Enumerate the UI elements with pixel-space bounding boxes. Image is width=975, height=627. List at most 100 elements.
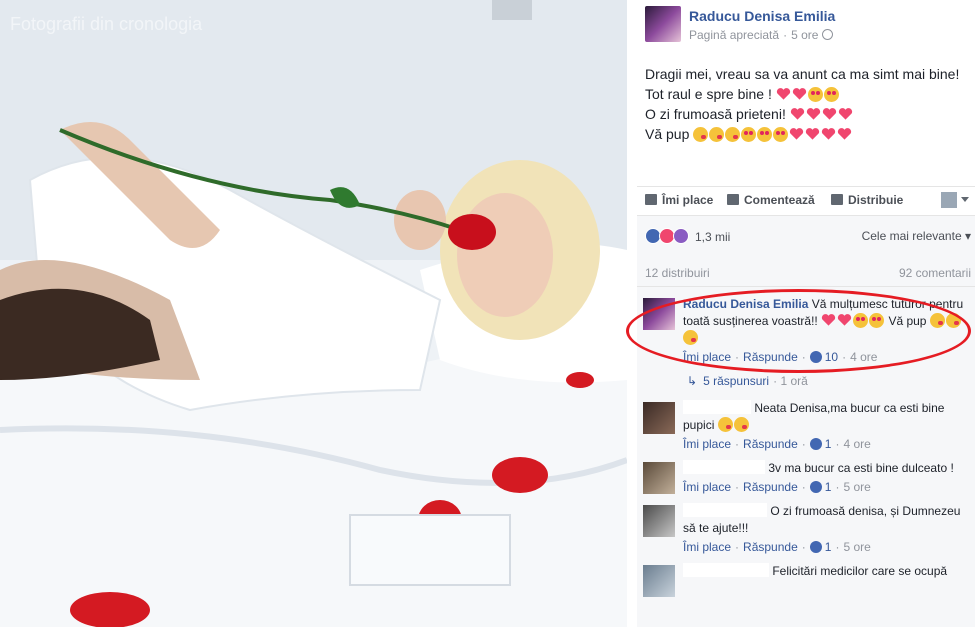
heart-icon <box>822 108 836 120</box>
photo-caption: Fotografii din cronologia <box>10 14 203 34</box>
post-line: O zi frumoasă prieteni! <box>645 104 971 124</box>
comment-like-link[interactable]: Îmi place <box>683 480 731 494</box>
post-actions: Îmi place Comentează Distribuie <box>637 186 975 216</box>
kiss-face-icon <box>945 313 961 328</box>
comment-actions: Îmi place · Răspunde · 10 · 4 ore <box>683 350 878 364</box>
heart-icon <box>790 128 804 140</box>
viewer-avatar[interactable] <box>941 192 957 208</box>
comment-like-link[interactable]: Îmi place <box>683 437 731 451</box>
redacted-name <box>683 460 765 474</box>
reactions-summary[interactable]: 1,3 mii <box>645 228 730 244</box>
heart-icon <box>838 108 852 120</box>
reaction-count: 1,3 mii <box>695 230 731 244</box>
post-text: Dragii mei, vreau sa va anunt ca ma simt… <box>645 64 971 144</box>
comment-time[interactable]: 5 ore <box>843 540 870 554</box>
share-button[interactable]: Distribuie <box>831 193 903 207</box>
heart-icon <box>792 88 806 100</box>
share-icon <box>831 194 843 205</box>
redacted-name <box>683 563 769 577</box>
comment-text: Neata Denisa,ma bucur ca esti bine pupic… <box>683 400 945 432</box>
heart-icon <box>806 128 820 140</box>
kiss-face-icon <box>929 313 945 328</box>
like-badge-icon <box>809 481 822 493</box>
like-button[interactable]: Îmi place <box>645 193 713 207</box>
comment-sort-dropdown[interactable]: Cele mai relevante ▾ <box>862 229 971 243</box>
post-line: Dragii mei, vreau sa va anunt ca ma simt… <box>645 66 960 82</box>
avatar[interactable] <box>643 505 675 537</box>
kiss-face-icon <box>683 330 698 345</box>
comment-text: O zi frumoasă denisa, și Dumnezeu să te … <box>683 503 961 535</box>
comment-like-count[interactable]: 1 <box>825 480 832 494</box>
shares-count[interactable]: 12 distribuiri <box>645 266 710 280</box>
post-panel: Raducu Denisa Emilia Pagină apreciată · 5 … <box>637 0 975 627</box>
comment-text: Raducu Denisa Emilia Vă mulțumesc tuturo… <box>683 296 969 347</box>
redacted-name <box>683 400 751 414</box>
commenter-name[interactable]: Raducu Denisa Emilia <box>683 297 808 311</box>
post-line: Vă pup <box>645 124 971 144</box>
comment-reply-link[interactable]: Răspunde <box>743 437 798 451</box>
comment-item: Felicitări medicilor care se ocupă <box>641 563 971 627</box>
heart-icon <box>821 314 836 326</box>
heart-icon <box>806 108 820 120</box>
redacted-name <box>683 503 767 517</box>
comment-text: Felicitări medicilor care se ocupă <box>683 563 969 580</box>
comments-count[interactable]: 92 comentarii <box>899 266 971 280</box>
comment-text: 3v ma bucur ca esti bine dulceato ! <box>683 460 969 477</box>
divider <box>627 0 637 627</box>
globe-icon <box>822 29 834 40</box>
heart-eyes-icon <box>869 313 885 328</box>
kiss-face-icon <box>717 417 733 432</box>
heart-icon <box>838 128 852 140</box>
comment-item: Raducu Denisa Emilia Vă mulțumesc tuturo… <box>641 296 971 388</box>
comment-reply-link[interactable]: Răspunde <box>743 350 798 364</box>
avatar[interactable] <box>643 565 675 597</box>
comment-time[interactable]: 4 ore <box>843 437 870 451</box>
post-time[interactable]: 5 ore <box>791 28 818 42</box>
author-avatar[interactable] <box>645 6 681 42</box>
kiss-face-icon <box>693 127 709 142</box>
post-line: Tot raul e spre bine ! <box>645 84 971 104</box>
heart-eyes-icon <box>853 313 869 328</box>
heart-eyes-icon <box>823 87 839 102</box>
page-type: Pagină apreciată <box>689 28 780 42</box>
view-replies[interactable]: ↳ 5 răspunsuri · 1 oră <box>687 374 808 388</box>
comment-actions: Îmi place · Răspunde · 1 · 5 ore <box>683 540 871 554</box>
author-name[interactable]: Raducu Denisa Emilia <box>689 8 835 24</box>
comment-actions: Îmi place · Răspunde · 1 · 4 ore <box>683 437 871 451</box>
thumbs-up-icon <box>645 194 657 205</box>
like-badge-icon <box>809 541 822 553</box>
comment-like-count[interactable]: 1 <box>825 540 832 554</box>
heart-eyes-icon <box>757 127 773 142</box>
flower-reaction-icon <box>673 228 689 244</box>
comment-like-count[interactable]: 10 <box>825 350 838 364</box>
post-header: Raducu Denisa Emilia Pagină apreciată · 5 … <box>641 4 971 46</box>
chevron-down-icon[interactable] <box>961 197 969 202</box>
kiss-face-icon <box>733 417 749 432</box>
post-meta: Pagină apreciată · 5 ore <box>689 28 834 42</box>
heart-icon <box>776 88 790 100</box>
comment-time[interactable]: 5 ore <box>843 480 870 494</box>
avatar[interactable] <box>643 462 675 494</box>
comment-button[interactable]: Comentează <box>727 193 815 207</box>
comment-icon <box>727 194 739 205</box>
like-badge-icon <box>809 438 822 450</box>
kiss-face-icon <box>709 127 725 142</box>
comment-reply-link[interactable]: Răspunde <box>743 480 798 494</box>
avatar[interactable] <box>643 298 675 330</box>
reply-arrow-icon: ↳ <box>687 374 698 388</box>
post-photo[interactable]: Fotografii din cronologia <box>0 0 627 627</box>
comment-like-link[interactable]: Îmi place <box>683 540 731 554</box>
heart-icon <box>837 314 852 326</box>
comment-reply-link[interactable]: Răspunde <box>743 540 798 554</box>
comment-like-link[interactable]: Îmi place <box>683 350 731 364</box>
comment-like-count[interactable]: 1 <box>825 437 832 451</box>
photo-illustration <box>0 0 627 627</box>
avatar[interactable] <box>643 402 675 434</box>
heart-icon <box>790 108 804 120</box>
comment-time[interactable]: 4 ore <box>850 350 877 364</box>
post-stats: 12 distribuiri 92 comentarii <box>645 266 971 280</box>
comment-actions: Îmi place · Răspunde · 1 · 5 ore <box>683 480 871 494</box>
caret-down-icon: ▾ <box>964 229 971 243</box>
heart-eyes-icon <box>773 127 789 142</box>
comment-item: Neata Denisa,ma bucur ca esti bine pupic… <box>641 400 971 452</box>
